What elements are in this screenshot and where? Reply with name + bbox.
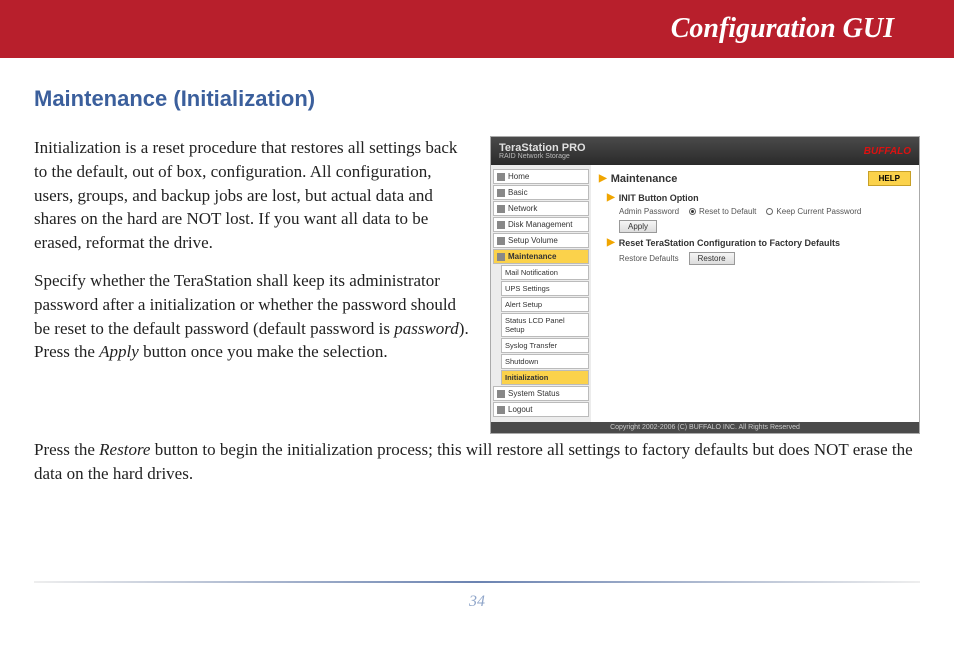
nav-home[interactable]: Home [493, 169, 589, 184]
section-title: Maintenance (Initialization) [34, 86, 920, 112]
admin-password-row: Admin Password Reset to Default Keep Cur… [619, 207, 911, 216]
subnav-label: Initialization [505, 373, 548, 382]
help-button[interactable]: HELP [868, 171, 911, 186]
folder-icon [497, 406, 505, 414]
header-title: Configuration GUI [671, 13, 894, 45]
nav-label: Logout [508, 405, 532, 414]
arrow-icon: ▶ [599, 173, 607, 184]
gui-section-init-button: ▶ INIT Button Option [607, 192, 911, 203]
nav-label: Basic [508, 188, 528, 197]
gui-main-panel: ▶ Maintenance HELP ▶ INIT Button Option … [591, 165, 919, 422]
nav-setup-volume[interactable]: Setup Volume [493, 233, 589, 248]
subnav-label: Status LCD Panel Setup [505, 316, 585, 334]
restore-defaults-label: Restore Defaults [619, 254, 679, 263]
admin-password-label: Admin Password [619, 207, 679, 216]
gui-brand-block: TeraStation PRO RAID Network Storage [499, 142, 586, 160]
gui-logo: BUFFALO [864, 146, 911, 157]
subnav-status-lcd[interactable]: Status LCD Panel Setup [501, 313, 589, 337]
paragraph-3: Press the Restore button to begin the in… [34, 438, 920, 486]
nav-maintenance[interactable]: Maintenance [493, 249, 589, 264]
nav-label: Maintenance [508, 252, 556, 261]
page-content: Maintenance (Initialization) Initializat… [0, 58, 954, 486]
subnav-ups-settings[interactable]: UPS Settings [501, 281, 589, 296]
folder-icon [497, 253, 505, 261]
body-wrap: Initialization is a reset procedure that… [34, 136, 920, 434]
p2-a: Specify whether the TeraStation shall ke… [34, 271, 456, 338]
gui-main-header: ▶ Maintenance HELP [599, 171, 911, 186]
text-column: Initialization is a reset procedure that… [34, 136, 472, 378]
folder-icon [497, 205, 505, 213]
gui-footer: Copyright 2002-2006 (C) BUFFALO INC. All… [491, 422, 919, 433]
p3-a: Press the [34, 440, 99, 459]
subnav-label: Shutdown [505, 357, 538, 366]
subnav-label: Alert Setup [505, 300, 542, 309]
apply-row: Apply [619, 220, 911, 233]
gui-section-title: INIT Button Option [619, 193, 699, 203]
gui-brand-sub: RAID Network Storage [499, 154, 586, 160]
p3-italic-restore: Restore [99, 440, 150, 459]
nav-system-status[interactable]: System Status [493, 386, 589, 401]
gui-sidebar: Home Basic Network Disk Management Setup… [491, 165, 591, 422]
nav-label: Home [508, 172, 529, 181]
gui-main-title: ▶ Maintenance [599, 173, 677, 185]
folder-icon [497, 237, 505, 245]
gui-section-title: Reset TeraStation Configuration to Facto… [619, 238, 840, 248]
subnav-initialization[interactable]: Initialization [501, 370, 589, 385]
nav-label: System Status [508, 389, 560, 398]
gui-main-title-text: Maintenance [611, 173, 678, 185]
restore-row: Restore Defaults Restore [619, 252, 911, 265]
nav-network[interactable]: Network [493, 201, 589, 216]
header-bar: Configuration GUI [0, 0, 954, 58]
restore-button[interactable]: Restore [689, 252, 735, 265]
paragraph-1: Initialization is a reset procedure that… [34, 136, 472, 255]
subnav-label: UPS Settings [505, 284, 550, 293]
divider-line [34, 581, 920, 583]
nav-label: Disk Management [508, 220, 572, 229]
gui-section-reset: ▶ Reset TeraStation Configuration to Fac… [607, 237, 911, 248]
gui-topbar: TeraStation PRO RAID Network Storage BUF… [491, 137, 919, 165]
paragraph-2: Specify whether the TeraStation shall ke… [34, 269, 472, 364]
embedded-gui-screenshot: TeraStation PRO RAID Network Storage BUF… [490, 136, 920, 434]
p2-italic-apply: Apply [99, 342, 139, 361]
subnav-alert-setup[interactable]: Alert Setup [501, 297, 589, 312]
subnav-label: Syslog Transfer [505, 341, 557, 350]
arrow-icon: ▶ [607, 237, 615, 248]
p2-italic-password: password [394, 319, 459, 338]
folder-icon [497, 221, 505, 229]
nav-disk-management[interactable]: Disk Management [493, 217, 589, 232]
subnav-label: Mail Notification [505, 268, 558, 277]
nav-logout[interactable]: Logout [493, 402, 589, 417]
radio-label: Keep Current Password [776, 207, 861, 216]
radio-label: Reset to Default [699, 207, 756, 216]
radio-reset[interactable]: Reset to Default [689, 207, 756, 216]
radio-icon [766, 208, 773, 215]
folder-icon [497, 390, 505, 398]
radio-icon [689, 208, 696, 215]
p3-b: button to begin the initialization proce… [34, 440, 913, 483]
nav-basic[interactable]: Basic [493, 185, 589, 200]
gui-body: Home Basic Network Disk Management Setup… [491, 165, 919, 422]
subnav-mail-notification[interactable]: Mail Notification [501, 265, 589, 280]
page-footer: 34 [34, 581, 920, 611]
arrow-icon: ▶ [607, 192, 615, 203]
subnav-shutdown[interactable]: Shutdown [501, 354, 589, 369]
apply-button[interactable]: Apply [619, 220, 657, 233]
radio-keep[interactable]: Keep Current Password [766, 207, 861, 216]
p2-c: button once you make the selection. [139, 342, 388, 361]
page-number: 34 [34, 593, 920, 611]
nav-label: Network [508, 204, 537, 213]
folder-icon [497, 173, 505, 181]
folder-icon [497, 189, 505, 197]
nav-label: Setup Volume [508, 236, 558, 245]
subnav-syslog-transfer[interactable]: Syslog Transfer [501, 338, 589, 353]
